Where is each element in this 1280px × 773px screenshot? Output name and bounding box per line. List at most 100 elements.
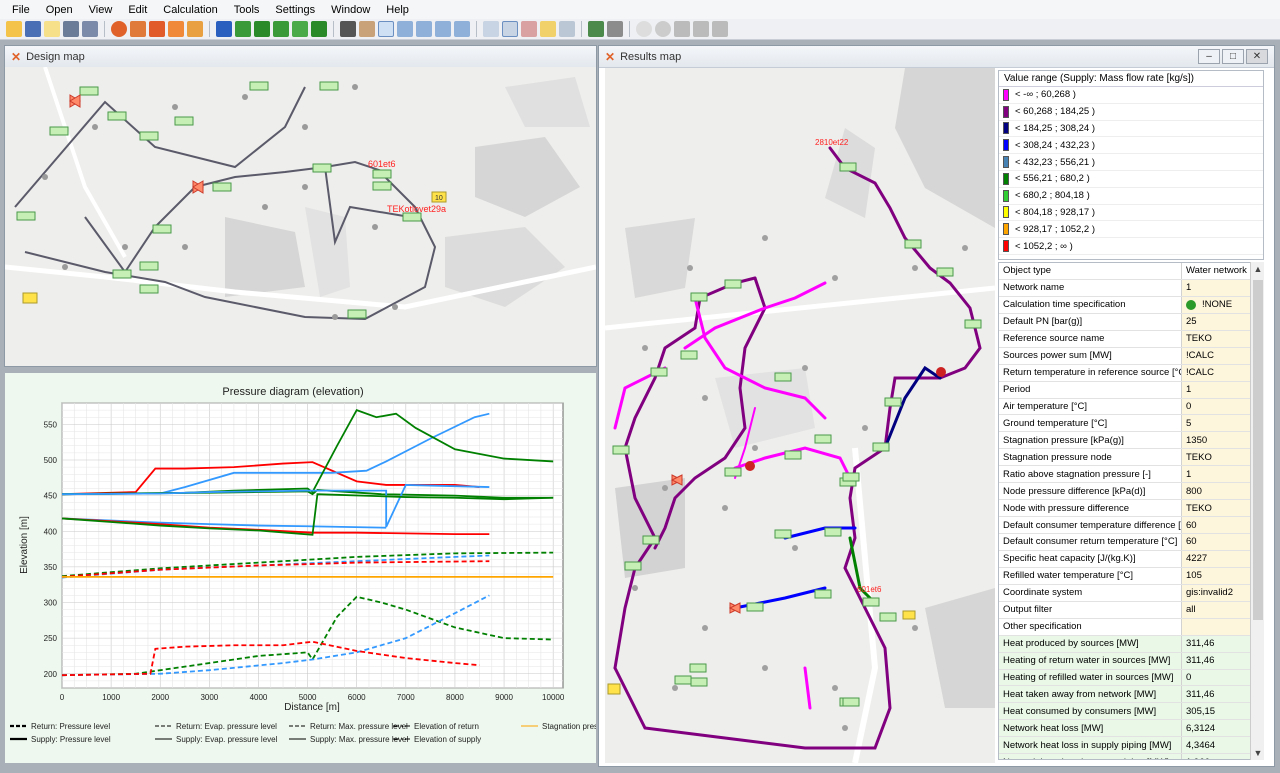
chart-title: Pressure diagram (elevation) (222, 386, 363, 398)
design-map-canvas[interactable]: 601et6 TEKotlovet29a 10 (5, 67, 596, 366)
consumer-icon[interactable] (187, 21, 203, 37)
calc-branch-icon[interactable] (235, 21, 251, 37)
property-row[interactable]: Node with pressure difference TEKO (999, 500, 1263, 518)
menu-view[interactable]: View (81, 4, 121, 16)
toolbar (0, 19, 1280, 40)
property-row[interactable]: Air temperature [°C] 0 (999, 398, 1263, 416)
import-icon[interactable] (693, 21, 709, 37)
print-icon[interactable] (63, 21, 79, 37)
calc-wave-icon[interactable] (273, 21, 289, 37)
property-row[interactable]: Refilled water temperature [°C] 105 (999, 567, 1263, 585)
property-key: Heat produced by sources [MW] (999, 635, 1182, 652)
node-label: TEKotlovet29a (387, 204, 446, 214)
table-icon[interactable] (588, 21, 604, 37)
property-row[interactable]: Other specification (999, 618, 1263, 636)
y-tick-label: 200 (44, 670, 58, 679)
settings-icon[interactable] (712, 21, 728, 37)
run-icon[interactable] (216, 21, 232, 37)
property-row[interactable]: Specific heat capacity [J/(kg.K)] 4227 (999, 550, 1263, 568)
minimize-icon[interactable]: – (1198, 49, 1220, 64)
property-row[interactable]: Node pressure difference [kPa(d)] 800 (999, 483, 1263, 501)
property-row[interactable]: Heat consumed by consumers [MW] 305,15 (999, 703, 1263, 721)
property-row[interactable]: Coordinate system gis:invalid2 (999, 584, 1263, 602)
property-row[interactable]: Period 1 (999, 381, 1263, 399)
property-row[interactable]: Default PN [bar(g)] 25 (999, 313, 1263, 331)
menu-open[interactable]: Open (38, 4, 81, 16)
calc-list-icon[interactable] (254, 21, 270, 37)
property-row[interactable]: Default consumer temperature difference … (999, 517, 1263, 534)
scroll-down-icon[interactable]: ▼ (1251, 746, 1265, 760)
legend-item-label: < 928,17 ; 1052,2 ) (1015, 223, 1096, 235)
results-layer-icon[interactable] (502, 21, 518, 37)
menu-edit[interactable]: Edit (120, 4, 155, 16)
menu-bar: File Open View Edit Calculation Tools Se… (0, 0, 1280, 19)
eye-hidden-icon[interactable] (655, 21, 671, 37)
new-file-icon[interactable] (44, 21, 60, 37)
design-layer-icon[interactable] (521, 21, 537, 37)
preview-icon[interactable] (82, 21, 98, 37)
property-row[interactable]: Ratio above stagnation pressure [-] 1 (999, 466, 1263, 484)
property-row[interactable]: Network name 1 (999, 279, 1263, 297)
menu-settings[interactable]: Settings (267, 4, 323, 16)
list-icon[interactable] (607, 21, 623, 37)
node-icon[interactable] (149, 21, 165, 37)
property-row[interactable]: Heating of refilled water in sources [MW… (999, 669, 1263, 687)
grid-layer-icon[interactable] (559, 21, 575, 37)
map-layer-icon[interactable] (483, 21, 499, 37)
property-value-text: 4227 (1186, 553, 1208, 565)
calc-check-icon[interactable] (311, 21, 327, 37)
menu-file[interactable]: File (4, 4, 38, 16)
property-row[interactable]: Stagnation pressure [kPa(g)] 1350 (999, 432, 1263, 450)
network-icon[interactable] (130, 21, 146, 37)
property-row[interactable]: Calculation time specification !NONE (999, 296, 1263, 314)
property-row[interactable]: Stagnation pressure node TEKO (999, 449, 1263, 467)
property-row[interactable]: Return temperature in reference source [… (999, 364, 1263, 382)
restore-icon[interactable]: □ (1222, 49, 1244, 64)
pipe-icon[interactable] (168, 21, 184, 37)
zoom-out-icon[interactable] (416, 21, 432, 37)
property-row[interactable]: Network heat loss in return piping [MW] 1… (999, 754, 1263, 759)
legend-item-label: < 308,24 ; 432,23 ) (1015, 139, 1096, 151)
legend-swatch (1003, 206, 1009, 219)
property-row[interactable]: Ground temperature [°C] 5 (999, 415, 1263, 433)
open-folder-icon[interactable] (6, 21, 22, 37)
results-map-canvas[interactable]: 2810et22 601et6 (605, 68, 995, 763)
property-row[interactable]: Reference source name TEKO (999, 330, 1263, 348)
property-row[interactable]: Default consumer return temperature [°C]… (999, 534, 1263, 551)
menu-calculation[interactable]: Calculation (155, 4, 225, 16)
property-row[interactable]: Heat produced by sources [MW] 311,46 (999, 635, 1263, 653)
property-row[interactable]: Network heat loss in supply piping [MW] 4… (999, 737, 1263, 755)
legend-swatch (1003, 88, 1009, 101)
property-key: Heat taken away from network [MW] (999, 686, 1182, 703)
property-row[interactable]: Heating of return water in sources [MW] 3… (999, 652, 1263, 670)
scroll-up-icon[interactable]: ▲ (1251, 262, 1265, 276)
close-icon[interactable]: ✕ (1246, 49, 1268, 64)
menu-help[interactable]: Help (378, 4, 417, 16)
pointer-icon[interactable] (378, 21, 394, 37)
legend-item-label: < 680,2 ; 804,18 ) (1015, 190, 1090, 202)
highlight-icon[interactable] (540, 21, 556, 37)
zoom-in-icon[interactable] (397, 21, 413, 37)
binoculars-icon[interactable] (340, 21, 356, 37)
properties-scrollbar[interactable]: ▲ ▼ (1250, 262, 1264, 760)
hand-pan-icon[interactable] (359, 21, 375, 37)
zoom-window-icon[interactable] (454, 21, 470, 37)
export-icon[interactable] (674, 21, 690, 37)
map-building (625, 218, 695, 298)
scroll-thumb[interactable] (1253, 280, 1263, 620)
chart-grid (61, 402, 563, 689)
legend-entry: Return: Evap. pressure level (176, 722, 277, 731)
property-row[interactable]: Network heat loss [MW] 6,3124 (999, 720, 1263, 738)
property-row[interactable]: Heat taken away from network [MW] 311,46 (999, 686, 1263, 704)
menu-tools[interactable]: Tools (226, 4, 268, 16)
calc-steps-icon[interactable] (292, 21, 308, 37)
eye-icon[interactable] (636, 21, 652, 37)
property-row[interactable]: Sources power sum [MW] !CALC (999, 347, 1263, 365)
save-icon[interactable] (25, 21, 41, 37)
source-icon[interactable] (111, 21, 127, 37)
legend-swatch (1003, 139, 1009, 152)
menu-window[interactable]: Window (323, 4, 378, 16)
zoom-extent-icon[interactable] (435, 21, 451, 37)
property-row[interactable]: Output filter all (999, 601, 1263, 619)
legend-title: Value range (Supply: Mass flow rate [kg/… (999, 71, 1263, 87)
